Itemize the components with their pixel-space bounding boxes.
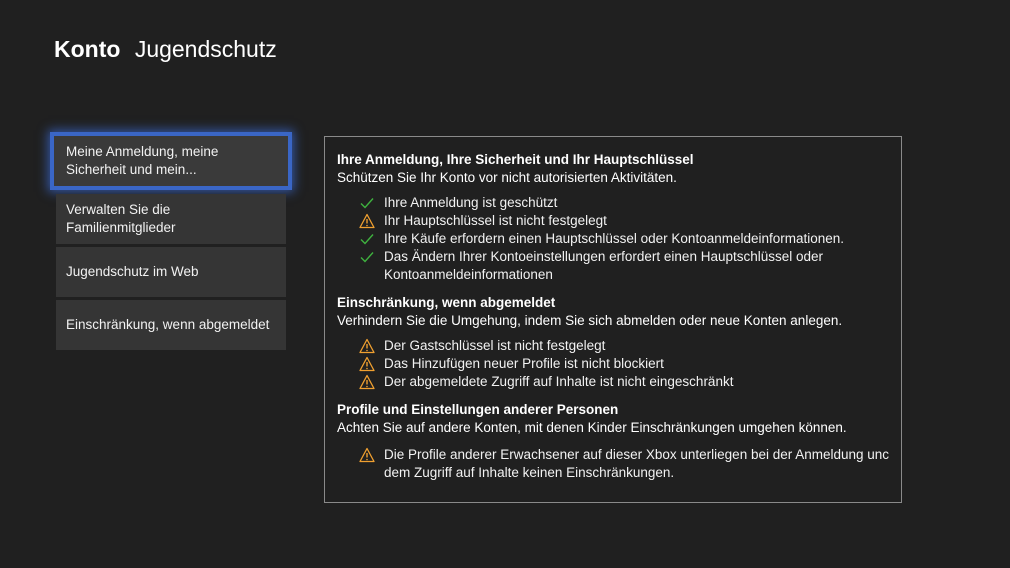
section-description: Verhindern Sie die Umgehung, indem Sie s… bbox=[337, 313, 843, 328]
status-text: Der Gastschlüssel ist nicht festgelegt bbox=[384, 338, 606, 353]
menu-item-label: Jugendschutz im Web bbox=[66, 264, 199, 279]
status-item: Der abgemeldete Zugriff auf Inhalte ist … bbox=[337, 373, 889, 391]
warning-icon bbox=[359, 374, 375, 390]
status-item: Der Gastschlüssel ist nicht festgelegt bbox=[337, 337, 889, 355]
menu-item-label-line2: Sicherheit und mein... bbox=[66, 162, 197, 177]
header-page-title: Jugendschutz bbox=[134, 36, 277, 62]
section-title: Einschränkung, wenn abgemeldet bbox=[337, 295, 556, 310]
status-item: Das Hinzufügen neuer Profile ist nicht b… bbox=[337, 355, 889, 373]
section-sign-in-security: Ihre Anmeldung, Ihre Sicherheit und Ihr … bbox=[337, 151, 889, 284]
status-item: Ihre Käufe erfordern einen Hauptschlüsse… bbox=[337, 230, 889, 248]
section-other-profiles: Profile und Einstellungen anderer Person… bbox=[337, 401, 889, 482]
menu-item-label-line1: Verwalten Sie die bbox=[66, 202, 171, 217]
status-item: Ihr Hauptschlüssel ist nicht festgelegt bbox=[337, 212, 889, 230]
menu-item-family-members[interactable]: Verwalten Sie die Familienmitglieder bbox=[56, 194, 286, 244]
check-icon bbox=[360, 198, 374, 209]
check-icon bbox=[360, 234, 374, 245]
menu-item-label-line2: Familienmitglieder bbox=[66, 220, 176, 235]
warning-icon bbox=[359, 447, 375, 463]
menu-item-label: Meine Anmeldung, meine Sicherheit und me… bbox=[66, 143, 218, 179]
status-text: Der abgemeldete Zugriff auf Inhalte ist … bbox=[384, 374, 734, 389]
details-panel: Ihre Anmeldung, Ihre Sicherheit und Ihr … bbox=[324, 136, 902, 503]
status-item: Die Profile anderer Erwachsener auf dies… bbox=[337, 446, 889, 482]
warning-icon bbox=[359, 213, 375, 229]
section-description: Schützen Sie Ihr Konto vor nicht autoris… bbox=[337, 170, 677, 185]
menu-item-signed-out-restriction[interactable]: Einschränkung, wenn abgemeldet bbox=[56, 300, 286, 350]
warning-icon bbox=[359, 338, 375, 354]
status-item: Ihre Anmeldung ist geschützt bbox=[337, 194, 889, 212]
check-icon bbox=[360, 252, 374, 263]
status-text: Das Hinzufügen neuer Profile ist nicht b… bbox=[384, 356, 664, 371]
status-text: Die Profile anderer Erwachsener auf dies… bbox=[384, 447, 890, 480]
menu-item-label: Einschränkung, wenn abgemeldet bbox=[66, 317, 270, 332]
status-text: Ihre Käufe erfordern einen Hauptschlüsse… bbox=[384, 231, 845, 246]
section-title: Profile und Einstellungen anderer Person… bbox=[337, 402, 619, 417]
menu-item-label-line1: Meine Anmeldung, meine bbox=[66, 144, 219, 159]
header-section-title: Konto bbox=[54, 36, 121, 62]
status-text: Das Ändern Ihrer Kontoeinstellungen erfo… bbox=[384, 249, 824, 282]
page-header: Konto Jugendschutz bbox=[54, 34, 277, 64]
section-signed-out-restriction: Einschränkung, wenn abgemeldet Verhinder… bbox=[337, 294, 889, 391]
status-text: Ihr Hauptschlüssel ist nicht festgelegt bbox=[384, 213, 607, 228]
section-description: Achten Sie auf andere Konten, mit denen … bbox=[337, 420, 847, 435]
section-title: Ihre Anmeldung, Ihre Sicherheit und Ihr … bbox=[337, 152, 694, 167]
menu-item-web-protection[interactable]: Jugendschutz im Web bbox=[56, 247, 286, 297]
status-item: Das Ändern Ihrer Kontoeinstellungen erfo… bbox=[337, 248, 889, 284]
warning-icon bbox=[359, 356, 375, 372]
menu-item-label: Verwalten Sie die Familienmitglieder bbox=[66, 201, 176, 237]
menu-item-sign-in-security[interactable]: Meine Anmeldung, meine Sicherheit und me… bbox=[50, 132, 292, 190]
status-text: Ihre Anmeldung ist geschützt bbox=[384, 195, 558, 210]
